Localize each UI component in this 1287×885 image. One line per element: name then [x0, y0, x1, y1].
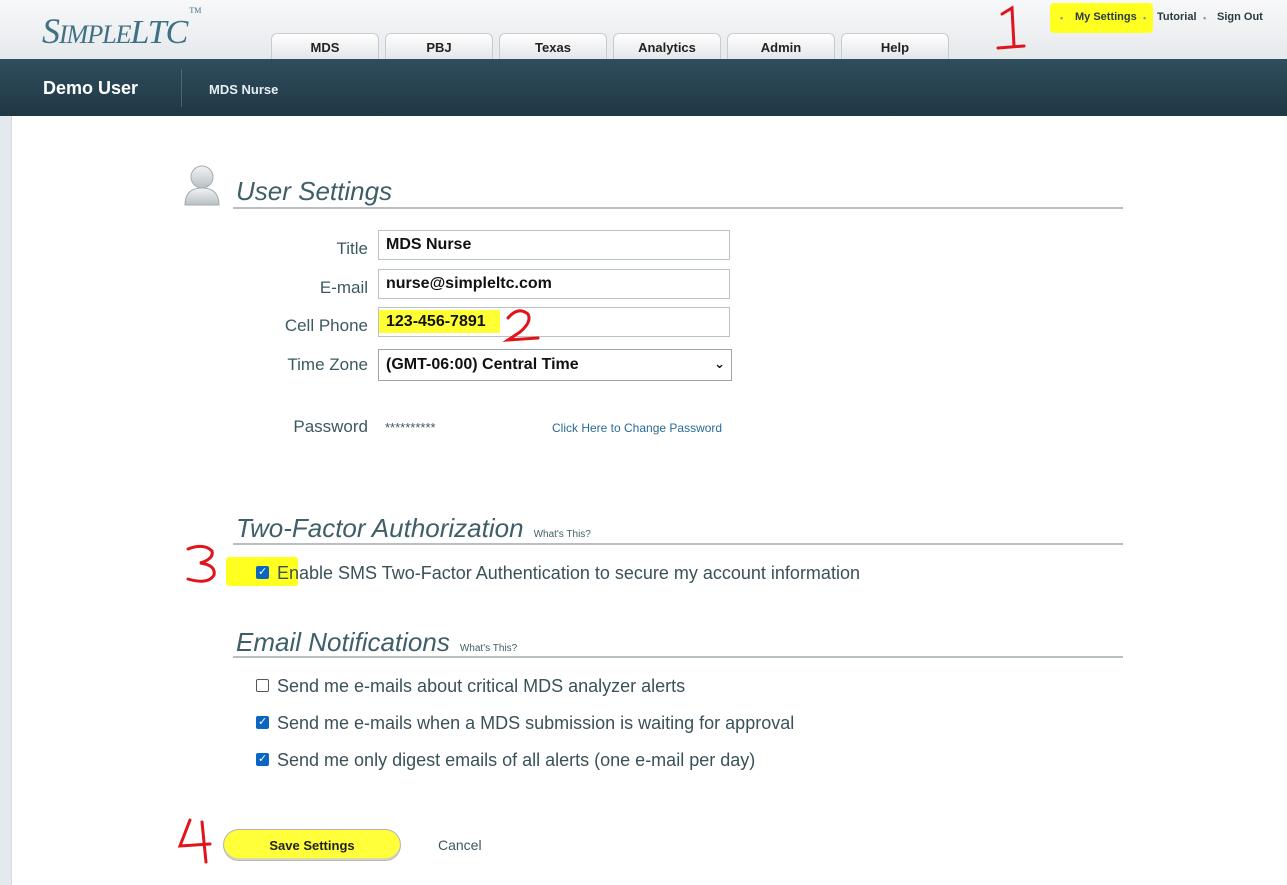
title-field[interactable]: MDS Nurse — [378, 230, 730, 260]
cell-phone-label: Cell Phone — [284, 316, 368, 335]
title-label: Title — [336, 239, 369, 258]
annotation-4 — [177, 818, 212, 864]
user-settings-title: User Settings — [236, 176, 393, 206]
email-field[interactable]: nurse@simpleltc.com — [378, 269, 730, 299]
two-factor-option-label: Enable SMS Two-Factor Authentication to … — [277, 563, 860, 583]
cell-phone-value: 123-456-7891 — [379, 310, 500, 333]
bullet-icon: • — [1203, 13, 1207, 23]
logo-tm: TM — [189, 5, 202, 15]
left-edge-strip — [0, 116, 12, 885]
two-factor-whats-this-link[interactable]: What's This? — [534, 529, 591, 540]
password-mask: ********** — [385, 420, 436, 435]
user-name: Demo User — [43, 78, 139, 98]
tab-admin[interactable]: Admin — [727, 33, 835, 59]
time-zone-label: Time Zone — [287, 355, 368, 374]
section-divider — [233, 543, 1123, 545]
user-role: MDS Nurse — [209, 82, 279, 97]
bullet-icon: • — [1143, 13, 1147, 23]
digest-emails-label: Send me only digest emails of all alerts… — [277, 750, 756, 770]
critical-alerts-checkbox[interactable] — [256, 679, 269, 692]
email-notifications-title: Email Notifications What's This? — [236, 627, 517, 658]
top-header: SIMPLELTCTM MDS PBJ Texas Analytics Admi… — [0, 0, 1287, 59]
annotation-2 — [502, 309, 540, 342]
submission-approval-label: Send me e-mails when a MDS submission is… — [277, 713, 795, 733]
tab-texas[interactable]: Texas — [499, 33, 607, 59]
email-notifications-whats-this-link[interactable]: What's This? — [460, 643, 517, 654]
annotation-1 — [996, 5, 1026, 50]
nav-divider — [181, 69, 182, 107]
user-nav-bar: Demo User MDS Nurse — [0, 59, 1287, 116]
sign-out-link[interactable]: Sign Out — [1217, 11, 1263, 23]
change-password-link[interactable]: Click Here to Change Password — [552, 421, 722, 435]
bullet-icon: • — [1060, 13, 1064, 23]
simpleltc-logo[interactable]: SIMPLELTCTM — [42, 6, 201, 52]
annotation-3 — [186, 544, 216, 583]
time-zone-value: (GMT-06:00) Central Time — [386, 356, 579, 373]
email-label: E-mail — [319, 278, 368, 297]
two-factor-title: Two-Factor Authorization What's This? — [236, 513, 591, 544]
user-icon — [184, 165, 220, 206]
cancel-link[interactable]: Cancel — [438, 837, 482, 853]
my-settings-link[interactable]: My Settings — [1075, 11, 1137, 23]
critical-alerts-label: Send me e-mails about critical MDS analy… — [277, 676, 686, 696]
two-factor-checkbox[interactable] — [256, 565, 269, 579]
tutorial-link[interactable]: Tutorial — [1157, 11, 1197, 23]
email-notifications-title-text: Email Notifications — [236, 627, 450, 657]
cell-phone-field[interactable]: 123-456-7891 — [378, 307, 730, 337]
tab-help[interactable]: Help — [841, 33, 949, 59]
section-divider — [233, 207, 1123, 209]
chevron-down-icon: ⌄ — [714, 356, 725, 371]
time-zone-select[interactable]: (GMT-06:00) Central Time ⌄ — [378, 349, 732, 381]
two-factor-title-text: Two-Factor Authorization — [236, 513, 524, 543]
save-settings-button[interactable]: Save Settings — [223, 829, 401, 861]
tab-analytics[interactable]: Analytics — [613, 33, 721, 59]
section-divider — [233, 656, 1123, 658]
logo-ltc-text: LTC — [130, 14, 189, 51]
tab-mds[interactable]: MDS — [271, 33, 379, 59]
digest-emails-checkbox[interactable] — [256, 752, 269, 766]
password-label: Password — [293, 417, 368, 436]
tab-pbj[interactable]: PBJ — [385, 33, 493, 59]
logo-simple-text: SIMPLE — [42, 11, 132, 51]
submission-approval-checkbox[interactable] — [256, 715, 269, 729]
